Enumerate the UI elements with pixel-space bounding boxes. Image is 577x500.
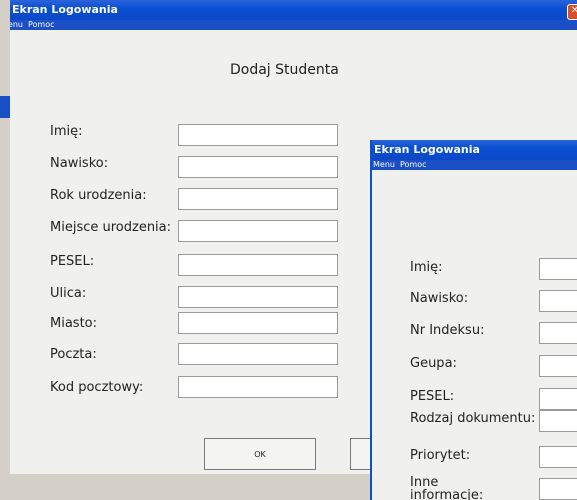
label-imie: Imię: [50,124,83,139]
field-pesel-2[interactable] [539,388,577,410]
field-nr-indeksu[interactable] [539,322,577,344]
label-ulica: Ulica: [50,286,87,301]
ok-button[interactable]: OK [204,438,316,470]
menu-bar: Menu Pomoc [10,20,577,30]
window-title-2: Ekran Logowania [374,143,480,156]
field-imie-2[interactable] [539,258,577,280]
label-poczta: Poczta: [50,347,97,362]
field-priorytet[interactable] [539,446,577,468]
label-geupa: Geupa: [410,356,457,371]
label-kod-pocztowy: Kod pocztowy: [50,380,144,395]
window-second-form: Ekran Logowania Menu Pomoc Imię: Nawisko:… [370,140,577,500]
close-icon[interactable]: ✕ [567,4,577,20]
field-rodzaj-dokumentu[interactable] [539,410,577,432]
field-ulica[interactable] [178,286,338,308]
field-nawisko[interactable] [178,156,338,178]
field-imie[interactable] [178,124,338,146]
page-title: Dodaj Studenta [230,62,339,78]
label-rok-urodzenia: Rok urodzenia: [50,188,147,203]
field-pesel[interactable] [178,254,338,276]
field-miejsce-urodzenia[interactable] [178,220,338,242]
field-inne-informacje[interactable] [539,478,577,500]
label-miasto: Miasto: [50,316,97,331]
menu-item-pomoc[interactable]: Pomoc [28,20,55,29]
label-nr-indeksu: Nr Indeksu: [410,323,485,338]
menu-item-menu-2[interactable]: Menu [373,160,395,169]
background-window-edge [0,96,10,118]
titlebar-2: Ekran Logowania [372,140,577,160]
window-title: Ekran Logowania [12,3,118,16]
titlebar: Ekran Logowania ✕ [10,0,577,20]
field-miasto[interactable] [178,312,338,334]
label-miejsce-urodzenia: Miejsce urodzenia: [50,220,172,235]
menu-item-menu[interactable]: Menu [10,20,23,29]
field-rok-urodzenia[interactable] [178,188,338,210]
label-rodzaj-dokumentu: Rodzaj dokumentu: [410,411,536,426]
field-kod-pocztowy[interactable] [178,376,338,398]
label-priorytet: Priorytet: [410,448,471,463]
menu-item-pomoc-2[interactable]: Pomoc [400,160,427,169]
field-poczta[interactable] [178,343,338,365]
field-geupa[interactable] [539,355,577,377]
field-nawisko-2[interactable] [539,290,577,312]
label-nawisko-2: Nawisko: [410,291,469,306]
menu-bar-2: Menu Pomoc [372,160,577,170]
label-imie-2: Imię: [410,260,443,275]
label-nawisko: Nawisko: [50,156,109,171]
label-inne-informacje: Inne informacje: [410,475,484,500]
label-pesel-2: PESEL: [410,389,455,404]
label-pesel: PESEL: [50,254,95,269]
